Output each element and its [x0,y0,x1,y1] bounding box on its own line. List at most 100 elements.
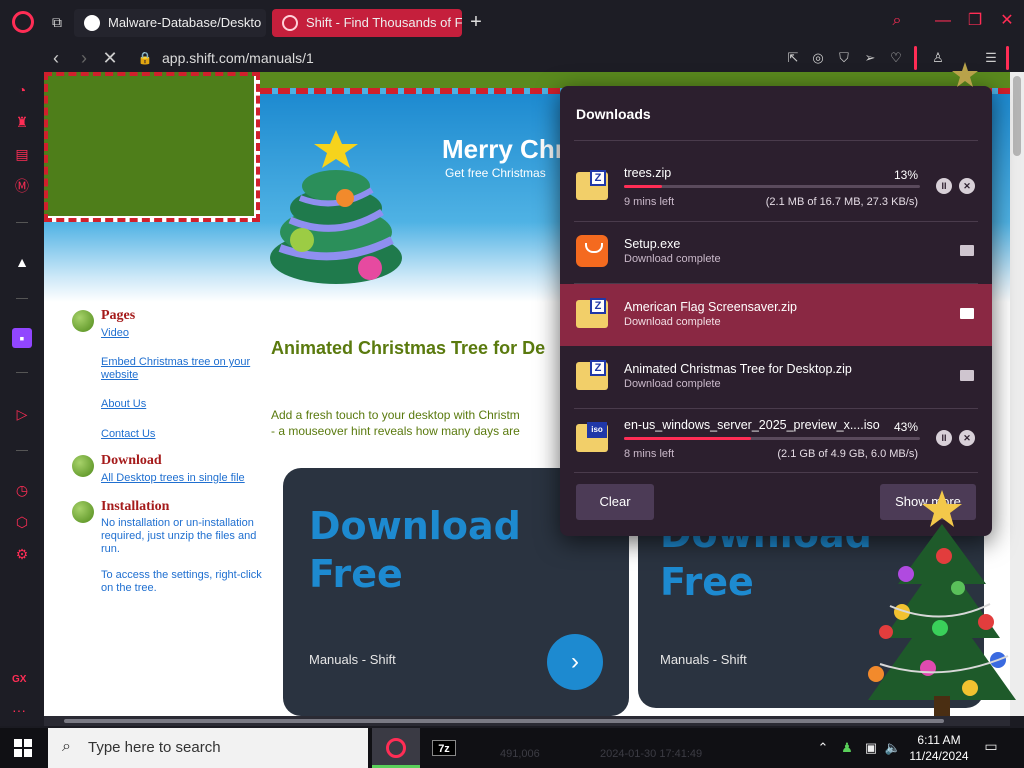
nav-section-download: Download All Desktop trees in single fil… [72,453,262,485]
clock-time: 6:11 AM [917,733,961,747]
tab-malware-database[interactable]: Malware-Database/Deskto [74,9,266,37]
download-status: Download complete [624,378,721,390]
heart-icon[interactable]: ♡ [885,47,907,69]
download-filename: trees.zip [624,166,672,180]
profile-icon[interactable]: ♙ [927,47,949,69]
taskbar-opera-gx[interactable] [372,728,420,768]
player-icon[interactable]: ▤ [12,144,32,164]
install-text: No installation or un-installation requi… [101,517,257,555]
volume-icon[interactable]: 🔈 [884,738,902,758]
card-title-line: Free [309,552,403,596]
minimize-icon[interactable]: — [932,10,954,32]
opera-gx-icon[interactable] [12,11,34,33]
intro-text: Add a fresh touch to your desktop with C… [271,407,571,439]
aria-icon[interactable]: ▲ [12,252,32,272]
snapshot-icon[interactable]: ◎ [807,47,829,69]
nav-link-all-trees[interactable]: All Desktop trees in single file [101,472,262,485]
notification-icon[interactable]: ▭ [982,738,1000,756]
more-icon[interactable]: ··· [12,702,26,718]
download-item[interactable]: Z American Flag Screensaver.zip Download… [560,284,992,346]
download-item[interactable]: iso en-us_windows_server_2025_preview_x.… [560,408,992,470]
cancel-icon[interactable]: ✕ [959,178,975,194]
desktop-christmas-tree-icon [868,490,1016,716]
shield-icon[interactable]: ⛉ [833,47,855,69]
card-title-line: Free [660,560,754,604]
pause-icon[interactable]: II [936,430,952,446]
intro-line: - a mouseover hint reveals how many days… [271,424,520,438]
pause-icon[interactable]: II [936,178,952,194]
download-item[interactable]: Z Animated Christmas Tree for Desktop.zi… [560,346,992,408]
download-eta: 9 mins left [624,196,675,208]
iso-file-icon: iso [576,422,608,452]
card-subtitle: Manuals - Shift [309,652,396,667]
extensions-icon[interactable]: ⬡ [12,512,32,532]
nav-link-about[interactable]: About Us [101,398,262,411]
search-icon[interactable]: ⌕ [886,10,908,32]
zip-file-icon: Z [576,298,608,328]
search-placeholder: Type here to search [88,739,221,756]
download-status: Download complete [624,253,721,265]
banner-subtitle: Get free Christmas [445,166,546,180]
download-item[interactable]: Setup.exe Download complete [560,221,992,283]
banner-stripe [44,72,260,222]
player-play-icon[interactable]: ▷ [12,404,32,424]
stop-icon[interactable]: ✕ [98,46,122,70]
cancel-icon[interactable]: ✕ [959,430,975,446]
divider [574,472,978,473]
music-icon[interactable]: Ⓜ [12,176,32,196]
new-tab-button[interactable]: + [466,11,486,33]
christmas-tree-illustration [270,130,402,284]
divider [1006,46,1009,70]
forward-icon[interactable]: › [72,46,96,70]
close-icon[interactable]: ✕ [996,10,1018,32]
download-filename: American Flag Screensaver.zip [624,300,797,314]
nav-link-video[interactable]: Video [101,327,262,340]
gx-label[interactable]: GX [12,674,26,685]
network-icon[interactable]: ▣ [862,738,880,758]
divider [16,222,28,223]
scrollbar-thumb[interactable] [1013,76,1021,156]
tab-label: Malware-Database/Deskto [108,15,262,30]
folder-icon[interactable] [960,308,974,319]
folder-icon[interactable] [960,245,974,256]
gx-control-icon[interactable]: ◔ [12,80,32,100]
menu-icon[interactable]: ☰ [980,47,1002,69]
chevron-right-icon[interactable]: › [547,634,603,690]
send-icon[interactable]: ➢ [859,47,881,69]
card-subtitle: Manuals - Shift [660,652,747,667]
people-icon[interactable]: ♟ [838,738,856,758]
back-icon[interactable]: ‹ [44,46,68,70]
clear-button[interactable]: Clear [576,484,654,520]
url-field[interactable]: app.shift.com/manuals/1 [162,48,314,68]
folder-icon[interactable] [960,370,974,381]
nav-link-contact[interactable]: Contact Us [101,428,262,441]
download-item[interactable]: Z trees.zip 13% 9 mins left (2.1 MB of 1… [560,156,992,218]
maximize-icon[interactable]: ❐ [964,10,986,32]
chevron-up-icon[interactable]: ⌃ [814,738,832,758]
download-filename: Animated Christmas Tree for Desktop.zip [624,362,852,376]
download-percent: 13% [893,168,918,182]
tab-shift[interactable]: Shift - Find Thousands of F [272,9,462,37]
ornament-icon [72,455,94,477]
gx-corner-icon[interactable]: ♜ [12,112,32,132]
nav-link-embed[interactable]: Embed Christmas tree on your website [101,356,262,382]
progress-fill [624,185,663,188]
progress-fill [624,437,752,440]
history-icon[interactable]: ◷ [12,480,32,500]
zip-tag: Z [590,298,606,314]
tab-manager-icon[interactable]: ⧉ [48,13,66,31]
nav-heading-download: Download [101,453,162,468]
left-navigation: Pages Video Embed Christmas tree on your… [72,308,262,601]
settings-hint-text: To access the settings, right-click on t… [101,569,262,594]
download-status: Download complete [624,316,721,328]
taskbar-search[interactable]: ⌕ Type here to search [48,728,368,768]
share-icon[interactable]: ⇱ [782,47,804,69]
scrollbar-thumb[interactable] [64,719,944,723]
taskbar-7zip[interactable]: 7z [430,728,458,768]
system-clock[interactable]: 6:11 AM 11/24/2024 [906,732,972,764]
twitch-icon[interactable]: ▪ [12,328,32,348]
iso-tag: iso [587,422,607,438]
background-text: 2024-01-30 17:41:49 [600,748,703,760]
settings-icon[interactable]: ⚙ [12,544,32,564]
windows-start-icon[interactable] [14,739,32,757]
